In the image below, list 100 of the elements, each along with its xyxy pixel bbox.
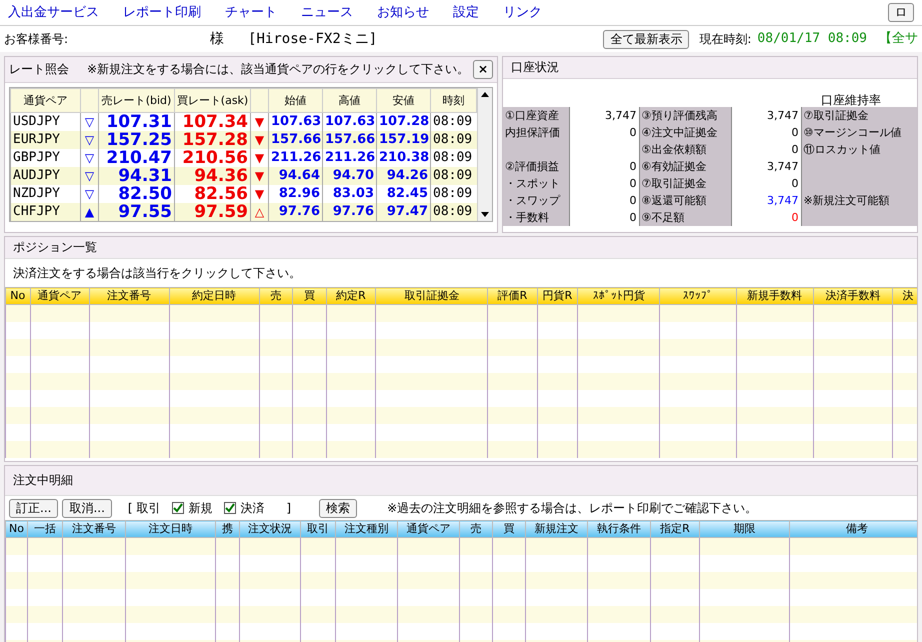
pair-cell: CHFJPY	[10, 202, 80, 220]
account-label: ④注文中証拠金	[642, 126, 718, 139]
column-header: No	[6, 288, 30, 304]
panel-title: レート照会	[9, 62, 69, 77]
filter-checkbox[interactable]: 新規	[172, 500, 212, 516]
account-label: ※新規注文可能額	[804, 194, 890, 207]
account-label: ⑦取引証拠金	[642, 176, 706, 190]
time-cell: 08:09	[430, 166, 476, 184]
account-label: ⑨不足額	[642, 210, 684, 224]
column-header: 注文状況	[240, 520, 300, 538]
search-button[interactable]: 検索	[319, 498, 358, 518]
column-header: 通貨ペア	[10, 88, 80, 112]
menu-link[interactable]: レポート印刷	[123, 4, 201, 20]
column-header: 買	[492, 520, 526, 538]
column-header: 一括	[28, 520, 62, 538]
bid-trend-mark: ▽	[80, 130, 98, 148]
filter-label: ]	[286, 500, 292, 516]
column-header: 携	[216, 520, 240, 538]
open-cell: 97.76	[268, 202, 322, 220]
panel-title: 口座状況	[511, 60, 559, 75]
menu-link[interactable]: 入出金サービス	[8, 4, 99, 20]
account-value: 0	[630, 194, 636, 207]
high-cell: 157.66	[322, 130, 376, 148]
account-value: 3,747	[605, 108, 636, 122]
column-header: 決済手数料	[813, 288, 893, 304]
check-icon	[225, 502, 236, 513]
open-cell: 94.64	[268, 166, 322, 184]
account-value: 3,747	[767, 160, 798, 173]
account-value: 0	[792, 142, 798, 156]
logout-button[interactable]: ロ	[888, 3, 914, 22]
current-time: 08/01/17 08:09	[757, 31, 867, 47]
order-action-button[interactable]: 取消...	[62, 498, 112, 518]
column-header: 安値	[376, 88, 430, 112]
column-header: 売	[460, 520, 492, 538]
low-cell: 94.26	[376, 166, 430, 184]
column-header: 注文番号	[62, 520, 126, 538]
account-label: 内担保評価	[505, 126, 560, 139]
column-header: 円貨R	[537, 288, 578, 304]
menu-link[interactable]: チャート	[225, 4, 277, 20]
product-name: [Hirose-FX2ミニ]	[248, 30, 378, 48]
notice-text: 【全サ	[879, 31, 918, 47]
column-header: 時刻	[430, 88, 476, 112]
account-label: ⑪ロスカット値	[804, 142, 880, 156]
account-value: 0	[630, 176, 636, 190]
column-header: 新規手数料	[736, 288, 814, 304]
account-label: ・スワップ	[505, 194, 560, 207]
check-icon	[173, 502, 184, 513]
high-cell: 97.76	[322, 202, 376, 220]
menu-link[interactable]: 設定	[453, 4, 479, 20]
account-label: ①口座資産	[505, 108, 559, 122]
close-button[interactable]: ×	[472, 60, 493, 79]
menu-link[interactable]: お知らせ	[377, 4, 429, 20]
filter-checkbox[interactable]: 決済	[224, 500, 264, 516]
account-value: 3,747	[767, 108, 798, 122]
ask-cell: 94.36	[174, 166, 250, 184]
time-cell: 08:09	[430, 202, 476, 220]
column-header: 取引証拠金	[376, 288, 488, 304]
scroll-down-icon[interactable]	[481, 212, 489, 216]
ask-cell: 97.59	[174, 202, 250, 220]
column-header: 注文番号	[89, 288, 170, 304]
column-header: 備考	[790, 520, 917, 538]
scroll-up-icon[interactable]	[481, 92, 489, 97]
account-value: 0	[792, 210, 798, 224]
column-header: ｽﾎﾟｯﾄ円貨	[578, 288, 660, 304]
customer-number-label: お客様番号:	[4, 32, 68, 46]
ask-trend-mark: ▼	[250, 166, 268, 184]
account-value: 0	[630, 210, 636, 224]
menu-link[interactable]: ニュース	[301, 4, 353, 20]
column-header: 約定日時	[169, 288, 259, 304]
rate-note: ※新規注文をする場合には、該当通貨ペアの行をクリックして下さい。	[87, 62, 470, 77]
account-value: 0	[630, 160, 636, 173]
account-label: ・スポット	[505, 176, 560, 190]
column-header: 約定R	[326, 288, 376, 304]
column-header: 注文日時	[126, 520, 216, 538]
account-label: ⑥有効証拠金	[642, 160, 706, 173]
bid-cell: 94.31	[98, 166, 174, 184]
pair-cell: EURJPY	[10, 130, 80, 148]
ask-cell: 157.28	[174, 130, 250, 148]
scrollbar[interactable]	[477, 88, 492, 220]
account-value: 3,747	[767, 194, 798, 207]
order-action-button[interactable]: 訂正...	[9, 498, 58, 518]
maintenance-ratio-label: 口座維持率	[821, 92, 881, 107]
rate-row[interactable]: EURJPY ▽ 157.25 157.28 ▼ 157.66 157.66 157.19 08:09	[10, 130, 476, 148]
column-header: 売	[259, 288, 293, 304]
bid-trend-mark: ▽	[80, 166, 98, 184]
account-label: ・手数料	[505, 210, 549, 224]
column-header: 通貨ペア	[30, 288, 90, 304]
menu-link[interactable]: リンク	[503, 4, 542, 20]
rate-row[interactable]: CHFJPY ▲ 97.55 97.59 △ 97.76 97.76 97.47 08:09	[10, 202, 476, 220]
column-header: 期限	[700, 520, 790, 538]
refresh-all-button[interactable]: 全て最新表示	[603, 30, 690, 48]
section-title: ポジション一覧	[13, 240, 97, 255]
column-header: 買	[292, 288, 326, 304]
column-header: 執行条件	[588, 520, 650, 538]
bid-cell: 97.55	[98, 202, 174, 220]
column-header: 通貨ペア	[398, 520, 460, 538]
rate-row[interactable]: AUDJPY ▽ 94.31 94.36 ▼ 94.64 94.70 94.26 08:09	[10, 166, 476, 184]
account-value: 0	[630, 126, 636, 139]
order-note: ※過去の注文明細を参照する場合は、レポート印刷でご確認下さい。	[387, 500, 758, 516]
pair-cell: AUDJPY	[10, 166, 80, 184]
